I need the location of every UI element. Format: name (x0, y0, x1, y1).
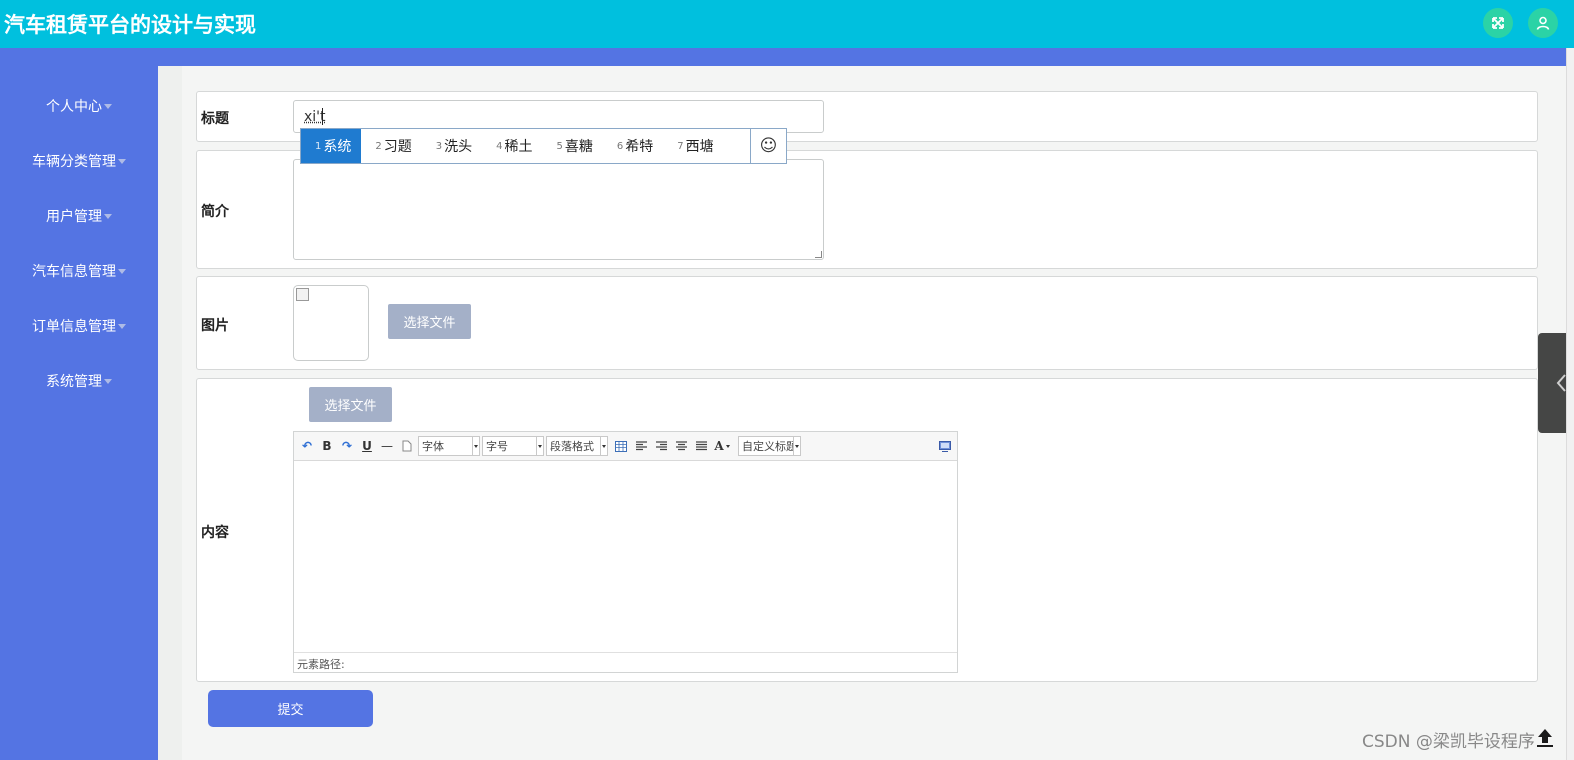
align-center-icon[interactable] (674, 438, 688, 454)
top-bar: 汽车租赁平台的设计与实现 (0, 0, 1574, 48)
paragraph-format-select-label: 段落格式 (550, 440, 594, 453)
ime-candidate-text: 希特 (625, 139, 654, 155)
caret-down-icon (104, 103, 112, 109)
fullscreen-icon (1492, 17, 1504, 29)
ime-candidate[interactable]: 2 习题 (361, 129, 421, 163)
align-justify-icon[interactable] (694, 438, 708, 454)
sidebar-item-label: 系统管理 (46, 374, 102, 390)
source-code-icon[interactable] (938, 438, 952, 454)
user-button[interactable] (1528, 8, 1558, 38)
ime-candidate-text: 西塘 (685, 139, 714, 155)
ime-candidate-text: 洗头 (444, 139, 473, 155)
custom-title-select-label: 自定义标题 (742, 440, 794, 453)
content-choose-file-button[interactable]: 选择文件 (309, 387, 392, 422)
broken-image-icon (296, 288, 309, 301)
intro-textarea[interactable] (293, 159, 824, 260)
ime-candidate[interactable]: 3 洗头 (422, 129, 482, 163)
align-left-icon[interactable] (634, 438, 648, 454)
chevron-left-icon (1556, 374, 1566, 392)
ime-candidate[interactable]: 6 希特 (603, 129, 663, 163)
font-color-glyph: A (714, 439, 724, 453)
undo-icon[interactable]: ↶ (300, 438, 314, 454)
user-icon (1536, 16, 1550, 30)
ime-candidate[interactable]: 4 稀土 (482, 129, 542, 163)
caret-down-icon (104, 378, 112, 384)
ime-candidate[interactable]: 1 系统 (301, 129, 362, 163)
redo-icon[interactable]: ↷ (340, 438, 354, 454)
sidebar-item-label: 用户管理 (46, 209, 102, 225)
ime-candidate-number: 2 (375, 140, 382, 152)
content-row: 内容 选择文件 ↶ B ↷ U — 字体 字号 段落格式 A 自定义标题 元素路… (196, 378, 1538, 682)
caret-down-icon (118, 268, 126, 274)
ime-candidate-text: 喜糖 (564, 139, 593, 155)
paragraph-format-select[interactable]: 段落格式 (546, 436, 608, 456)
ime-candidate[interactable]: 7 西塘 (663, 129, 723, 163)
dropdown-arrow-icon (793, 437, 800, 455)
font-family-select[interactable]: 字体 (418, 436, 480, 456)
sidebar-item-vehicle-category[interactable]: 车辆分类管理 (0, 149, 158, 173)
bold-icon[interactable]: B (320, 438, 334, 454)
caret-down-icon (104, 213, 112, 219)
image-row: 图片 选择文件 (196, 276, 1538, 370)
side-panel-toggle[interactable] (1538, 333, 1566, 433)
font-family-select-label: 字体 (422, 440, 444, 453)
watermark: CSDN @梁凯毕设程序 (1362, 732, 1535, 752)
header-strip (0, 48, 1574, 66)
content-label: 内容 (201, 525, 229, 541)
submit-button[interactable]: 提交 (208, 690, 373, 727)
image-preview (293, 285, 369, 361)
font-size-select[interactable]: 字号 (482, 436, 544, 456)
ime-candidate[interactable]: 5 喜糖 (543, 129, 603, 163)
table-icon[interactable] (614, 438, 628, 454)
ime-candidate-bar: 1 系统 2 习题 3 洗头 4 稀土 5 喜糖 6 希特 7 西塘 ☺ (300, 128, 787, 164)
sidebar-item-label: 车辆分类管理 (32, 154, 116, 170)
ime-candidate-text: 稀土 (504, 139, 533, 155)
ime-candidate-number: 1 (315, 140, 322, 152)
app-title: 汽车租赁平台的设计与实现 (4, 13, 256, 37)
fullscreen-button[interactable] (1483, 8, 1513, 38)
upload-icon (1537, 729, 1553, 747)
rich-text-editor: ↶ B ↷ U — 字体 字号 段落格式 A 自定义标题 元素路径: (293, 431, 958, 673)
sidebar: 个人中心 车辆分类管理 用户管理 汽车信息管理 订单信息管理 系统管理 (0, 48, 158, 760)
horizontal-rule-icon[interactable]: — (380, 438, 394, 454)
font-color-icon[interactable]: A (712, 438, 732, 454)
ime-candidate-number: 4 (496, 140, 503, 152)
sidebar-item-label: 汽车信息管理 (32, 264, 116, 280)
sidebar-item-label: 个人中心 (46, 99, 102, 115)
ime-candidate-number: 3 (435, 140, 443, 152)
dropdown-arrow-icon (472, 437, 479, 455)
ime-candidate-number: 6 (616, 140, 624, 152)
sidebar-item-personal-center[interactable]: 个人中心 (0, 94, 158, 118)
resize-handle-icon[interactable] (815, 251, 822, 258)
scrollbar[interactable] (1566, 48, 1574, 760)
dropdown-arrow-icon (600, 437, 607, 455)
ime-candidate-number: 5 (556, 140, 563, 152)
emoji-icon[interactable]: ☺ (750, 129, 786, 163)
ime-candidate-text: 习题 (383, 139, 412, 155)
element-path-bar: 元素路径: (294, 652, 957, 672)
sidebar-item-label: 订单信息管理 (32, 319, 116, 335)
sidebar-item-user-management[interactable]: 用户管理 (0, 204, 158, 228)
align-right-icon[interactable] (654, 438, 668, 454)
intro-row: 简介 (196, 150, 1538, 269)
caret-down-icon (118, 158, 126, 164)
image-label: 图片 (201, 318, 229, 334)
caret-down-icon (118, 323, 126, 329)
ime-candidate-number: 7 (677, 140, 684, 152)
sidebar-item-car-info[interactable]: 汽车信息管理 (0, 259, 158, 283)
intro-label: 简介 (201, 204, 229, 220)
title-label: 标题 (201, 111, 229, 127)
text-cursor (322, 108, 323, 125)
sidebar-item-system-management[interactable]: 系统管理 (0, 369, 158, 393)
underline-icon[interactable]: U (360, 438, 374, 454)
font-size-select-label: 字号 (486, 440, 508, 453)
image-choose-file-button[interactable]: 选择文件 (388, 304, 471, 339)
ime-candidate-text: 系统 (323, 139, 352, 155)
sidebar-item-order-info[interactable]: 订单信息管理 (0, 314, 158, 338)
paste-plain-icon[interactable] (400, 438, 414, 454)
custom-title-select[interactable]: 自定义标题 (738, 436, 801, 456)
editor-toolbar: ↶ B ↷ U — 字体 字号 段落格式 A 自定义标题 (294, 432, 957, 461)
dropdown-arrow-icon (536, 437, 543, 455)
